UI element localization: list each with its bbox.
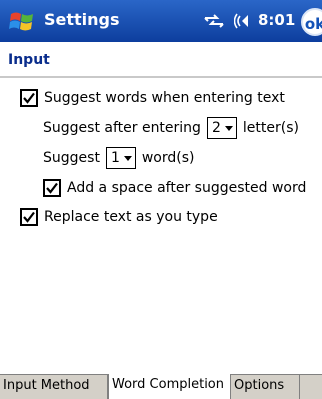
check-icon [46, 182, 58, 194]
words-count-dropdown[interactable]: 1 [105, 147, 136, 169]
ok-button[interactable]: ok [301, 8, 322, 36]
suggest-after-prefix: Suggest after entering [43, 120, 201, 136]
add-space-checkbox[interactable] [43, 179, 61, 197]
suggest-words-row: Suggest words when entering text [20, 89, 285, 107]
tab-bar: Input Method Word Completion Options [0, 374, 322, 399]
replace-text-label[interactable]: Replace text as you type [44, 209, 218, 225]
add-space-label[interactable]: Add a space after suggested word [67, 180, 306, 196]
header-divider [0, 76, 322, 78]
check-icon [23, 211, 35, 223]
clock[interactable]: 8:01 [258, 11, 295, 29]
add-space-row: Add a space after suggested word [43, 179, 306, 197]
suggest-count-row: Suggest 1 word(s) [43, 147, 195, 169]
tab-options[interactable]: Options [231, 375, 300, 399]
tab-word-completion[interactable]: Word Completion [108, 374, 231, 399]
replace-text-checkbox[interactable] [20, 208, 38, 226]
suggest-words-label[interactable]: Suggest words when entering text [44, 90, 285, 106]
app-title: Settings [44, 10, 120, 29]
page-title: Input [8, 52, 50, 68]
suggest-words-checkbox[interactable] [20, 89, 38, 107]
chevron-down-icon [123, 155, 132, 161]
suggest-after-suffix: letter(s) [242, 120, 299, 136]
check-icon [23, 92, 35, 104]
chevron-down-icon [224, 125, 233, 131]
windows-start-icon[interactable] [8, 8, 36, 36]
suggest-count-prefix: Suggest [43, 150, 100, 166]
suggest-count-suffix: word(s) [141, 150, 195, 166]
replace-text-row: Replace text as you type [20, 208, 218, 226]
speaker-icon[interactable] [234, 12, 254, 30]
title-bar: Settings 8:01 ok [0, 0, 322, 42]
tab-input-method[interactable]: Input Method [0, 375, 108, 399]
letters-count-value: 2 [211, 120, 221, 136]
connectivity-icon[interactable] [203, 13, 225, 29]
suggest-after-row: Suggest after entering 2 letter(s) [43, 117, 299, 139]
letters-count-dropdown[interactable]: 2 [206, 117, 237, 139]
words-count-value: 1 [110, 150, 120, 166]
